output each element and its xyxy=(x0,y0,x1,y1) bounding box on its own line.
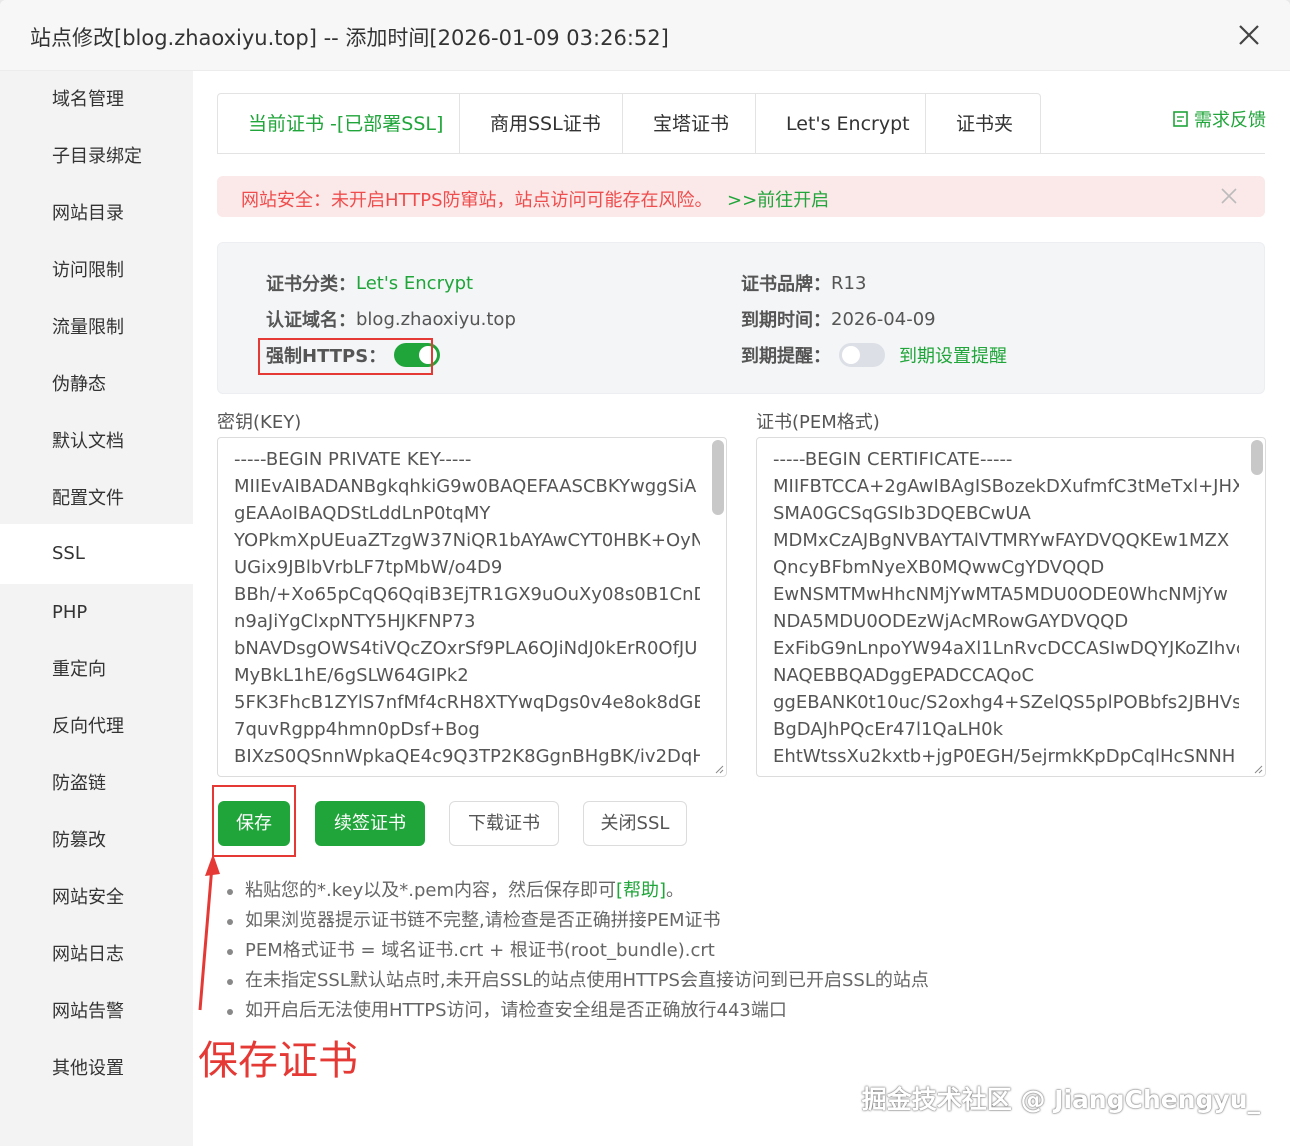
sidebar-item-reverse-proxy[interactable]: 反向代理 xyxy=(0,698,193,755)
feedback-link[interactable]: 需求反馈 xyxy=(1172,106,1266,132)
list-item: 如开启后无法使用HTTPS访问，请检查安全组是否正确放行443端口 xyxy=(223,996,929,1026)
tip-text: 粘贴您的*.key以及*.pem内容，然后保存即可 xyxy=(245,880,616,901)
dialog-titlebar: 站点修改[blog.zhaoxiyu.top] -- 添加时间[2026-01-… xyxy=(0,0,1290,71)
sidebar-item-site-security[interactable]: 网站安全 xyxy=(0,869,193,926)
sidebar: 域名管理 子目录绑定 网站目录 访问限制 流量限制 伪静态 默认文档 配置文件 … xyxy=(0,71,193,1146)
cert-brand-label: 证书品牌： xyxy=(741,274,831,295)
cert-brand-row: 证书品牌： R13 xyxy=(741,270,866,296)
renew-cert-button[interactable]: 续签证书 xyxy=(315,801,425,846)
expire-reminder-row: 到期提醒： 到期设置提醒 xyxy=(741,342,1007,368)
close-icon[interactable] xyxy=(1236,22,1262,48)
cert-field-label: 证书(PEM格式) xyxy=(756,412,880,433)
dialog-title: 站点修改[blog.zhaoxiyu.top] -- 添加时间[2026-01-… xyxy=(30,26,669,50)
list-item: 在未指定SSL默认站点时,未开启SSL的站点使用HTTPS会直接访问到已开启SS… xyxy=(223,966,929,996)
list-item: 如果浏览器提示证书链不完整,请检查是否正确拼接PEM证书 xyxy=(223,906,929,936)
cert-domain-value: blog.zhaoxiyu.top xyxy=(356,308,516,330)
cert-expire-value: 2026-04-09 xyxy=(831,308,936,330)
sidebar-item-ssl[interactable]: SSL xyxy=(0,524,193,584)
edit-icon xyxy=(1173,111,1188,127)
cert-domain-row: 认证域名： blog.zhaoxiyu.top xyxy=(266,306,516,332)
sidebar-item-rewrite[interactable]: 伪静态 xyxy=(0,356,193,413)
cert-domain-label: 认证域名： xyxy=(266,310,356,331)
sidebar-item-site-alert[interactable]: 网站告警 xyxy=(0,983,193,1040)
alert-message: 网站安全：未开启HTTPS防窜站，站点访问可能存在风险。 xyxy=(241,190,713,211)
alert-enable-link[interactable]: >>前往开启 xyxy=(727,186,829,212)
cert-textarea[interactable]: -----BEGIN CERTIFICATE----- MIIFBTCCA+2g… xyxy=(756,437,1266,777)
tab-current-cert[interactable]: 当前证书 -[已部署SSL] xyxy=(217,93,460,154)
tab-cert-folder[interactable]: 证书夹 xyxy=(926,93,1041,154)
ssl-tabs: 当前证书 -[已部署SSL] 商用SSL证书 宝塔证书 Let's Encryp… xyxy=(217,93,1041,154)
tab-lets-encrypt[interactable]: Let's Encrypt xyxy=(756,93,926,154)
list-item: 粘贴您的*.key以及*.pem内容，然后保存即可[帮助]。 xyxy=(223,876,929,906)
sidebar-item-tamper[interactable]: 防篡改 xyxy=(0,812,193,869)
feedback-label: 需求反馈 xyxy=(1194,110,1266,131)
cert-info-box: 证书分类： Let's Encrypt 认证域名： blog.zhaoxiyu.… xyxy=(217,242,1265,394)
key-scrollbar[interactable] xyxy=(712,440,724,515)
cert-category-row: 证书分类： Let's Encrypt xyxy=(266,270,473,296)
download-cert-button[interactable]: 下载证书 xyxy=(449,801,559,846)
cert-expire-row: 到期时间： 2026-04-09 xyxy=(741,306,936,332)
sidebar-item-subdir[interactable]: 子目录绑定 xyxy=(0,128,193,185)
annotation-arrow-icon xyxy=(198,854,220,1011)
key-content: -----BEGIN PRIVATE KEY----- MIIEvAIBADAN… xyxy=(234,449,700,767)
ssl-panel: 当前证书 -[已部署SSL] 商用SSL证书 宝塔证书 Let's Encryp… xyxy=(193,71,1290,1146)
resize-handle-icon[interactable] xyxy=(714,764,724,774)
sidebar-item-traffic-limit[interactable]: 流量限制 xyxy=(0,299,193,356)
tabs-divider xyxy=(217,153,1265,154)
sidebar-item-default-doc[interactable]: 默认文档 xyxy=(0,413,193,470)
alert-close-icon[interactable] xyxy=(1221,188,1237,204)
expire-reminder-label: 到期提醒： xyxy=(741,346,831,367)
sidebar-item-redirect[interactable]: 重定向 xyxy=(0,641,193,698)
sidebar-item-site-log[interactable]: 网站日志 xyxy=(0,926,193,983)
resize-handle-icon[interactable] xyxy=(1253,764,1263,774)
list-item: PEM格式证书 = 域名证书.crt + 根证书(root_bundle).cr… xyxy=(223,936,929,966)
save-button-highlight xyxy=(212,785,296,857)
toggle-knob xyxy=(842,346,860,364)
force-https-highlight xyxy=(258,338,433,375)
sidebar-item-access-limit[interactable]: 访问限制 xyxy=(0,242,193,299)
tab-commercial-ssl[interactable]: 商用SSL证书 xyxy=(460,93,623,154)
cert-brand-value: R13 xyxy=(831,272,867,294)
sidebar-item-domain[interactable]: 域名管理 xyxy=(0,71,193,128)
sidebar-item-php[interactable]: PHP xyxy=(0,584,193,641)
sidebar-item-config[interactable]: 配置文件 xyxy=(0,470,193,527)
cert-content: -----BEGIN CERTIFICATE----- MIIFBTCCA+2g… xyxy=(773,449,1239,767)
expire-reminder-toggle[interactable] xyxy=(839,343,885,367)
expire-reminder-link[interactable]: 到期设置提醒 xyxy=(899,342,1007,368)
key-textarea[interactable]: -----BEGIN PRIVATE KEY----- MIIEvAIBADAN… xyxy=(217,437,727,777)
cert-category-label: 证书分类： xyxy=(266,274,356,295)
cert-category-value: Let's Encrypt xyxy=(356,272,474,294)
tip-text: 。 xyxy=(666,880,685,901)
close-ssl-button[interactable]: 关闭SSL xyxy=(583,801,687,846)
sidebar-item-other[interactable]: 其他设置 xyxy=(0,1040,193,1097)
tips-list: 粘贴您的*.key以及*.pem内容，然后保存即可[帮助]。 如果浏览器提示证书… xyxy=(223,876,929,1026)
cert-expire-label: 到期时间： xyxy=(741,310,831,331)
site-edit-dialog: 站点修改[blog.zhaoxiyu.top] -- 添加时间[2026-01-… xyxy=(0,0,1290,1146)
watermark: 掘金技术社区 @ JiangChengyu_ xyxy=(861,1085,1260,1114)
help-link[interactable]: [帮助] xyxy=(616,880,666,901)
annotation-text: 保存证书 xyxy=(198,1038,358,1084)
sidebar-item-site-dir[interactable]: 网站目录 xyxy=(0,185,193,242)
tab-bt-cert[interactable]: 宝塔证书 xyxy=(623,93,756,154)
key-field-label: 密钥(KEY) xyxy=(217,412,302,433)
security-alert: 网站安全：未开启HTTPS防窜站，站点访问可能存在风险。 >>前往开启 xyxy=(217,176,1265,217)
sidebar-item-hotlink[interactable]: 防盗链 xyxy=(0,755,193,812)
cert-scrollbar[interactable] xyxy=(1251,440,1263,475)
